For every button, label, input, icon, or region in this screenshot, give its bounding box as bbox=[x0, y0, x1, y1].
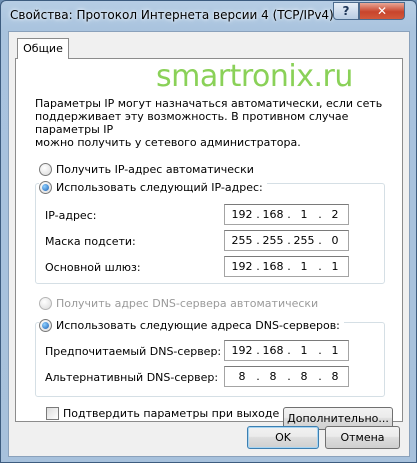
gateway-octet: 168 bbox=[262, 260, 284, 273]
ip-auto-label: Получить IP-адрес автоматически bbox=[56, 163, 254, 176]
dns-manual-option[interactable]: Использовать следующие адреса DNS-сервер… bbox=[39, 319, 344, 332]
intro-text: Параметры IP могут назначаться автоматич… bbox=[35, 97, 383, 149]
validate-settings-label: Подтвердить параметры при выходе bbox=[63, 407, 280, 420]
ip-address-octet: 192 bbox=[231, 208, 253, 221]
ip-manual-radio[interactable] bbox=[39, 181, 52, 194]
preferred-dns-octet: 168 bbox=[262, 344, 284, 357]
help-button[interactable]: ? bbox=[333, 2, 359, 20]
validate-settings-checkbox[interactable] bbox=[46, 407, 59, 420]
ok-button[interactable]: OK bbox=[247, 426, 319, 449]
ip-manual-label: Использовать следующий IP-адрес: bbox=[56, 181, 263, 194]
preferred-dns-octet: 192 bbox=[231, 344, 253, 357]
ip-address-octet: 2 bbox=[331, 208, 339, 221]
gateway-octet: 192 bbox=[231, 260, 253, 273]
gateway-octet: 1 bbox=[300, 260, 308, 273]
dns-manual-label: Использовать следующие адреса DNS-сервер… bbox=[56, 319, 340, 332]
ip-address-label: IP-адрес: bbox=[45, 209, 97, 222]
alternate-dns-octet: 8 bbox=[269, 370, 277, 383]
dns-auto-label: Получить адрес DNS-сервера автоматически bbox=[56, 297, 319, 310]
preferred-dns-input[interactable]: 192. 168. 1. 1 bbox=[224, 340, 349, 361]
preferred-dns-label: Предпочитаемый DNS-сервер: bbox=[45, 345, 222, 358]
dns-manual-radio[interactable] bbox=[39, 319, 52, 332]
ip-address-input[interactable]: 192. 168. 1. 2 bbox=[224, 204, 349, 225]
alternate-dns-octet: 8 bbox=[331, 370, 339, 383]
dns-auto-option[interactable]: Получить адрес DNS-сервера автоматически bbox=[39, 297, 318, 310]
tab-general[interactable]: Общие bbox=[17, 38, 69, 59]
subnet-mask-octet: 255 bbox=[293, 234, 315, 247]
alternate-dns-octet: 8 bbox=[300, 370, 308, 383]
ip-manual-option[interactable]: Использовать следующий IP-адрес: bbox=[39, 181, 267, 194]
subnet-mask-input[interactable]: 255. 255. 255. 0 bbox=[224, 230, 349, 251]
gateway-label: Основной шлюз: bbox=[45, 261, 141, 274]
subnet-mask-octet: 255 bbox=[262, 234, 284, 247]
cancel-button[interactable]: Отмена bbox=[325, 426, 400, 449]
validate-settings-option[interactable]: Подтвердить параметры при выходе bbox=[46, 407, 279, 420]
ip-address-octet: 1 bbox=[300, 208, 308, 221]
ip-address-octet: 168 bbox=[262, 208, 284, 221]
general-tab-panel: smartronix.ru Параметры IP могут назнача… bbox=[15, 58, 403, 430]
subnet-mask-octet: 255 bbox=[231, 234, 253, 247]
preferred-dns-octet: 1 bbox=[300, 344, 308, 357]
ip-auto-radio[interactable] bbox=[39, 163, 52, 176]
dialog-client-area: Общие smartronix.ru Параметры IP могут н… bbox=[8, 31, 410, 457]
subnet-mask-octet: 0 bbox=[331, 234, 339, 247]
close-button[interactable]: ✕ bbox=[359, 2, 405, 20]
window-title: Свойства: Протокол Интернета версии 4 (T… bbox=[10, 8, 334, 22]
alternate-dns-label: Альтернативный DNS-сервер: bbox=[45, 371, 219, 384]
dns-auto-radio[interactable] bbox=[39, 297, 52, 310]
gateway-input[interactable]: 192. 168. 1. 1 bbox=[224, 256, 349, 277]
preferred-dns-octet: 1 bbox=[331, 344, 339, 357]
dialog-window: Свойства: Протокол Интернета версии 4 (T… bbox=[0, 0, 417, 463]
alternate-dns-input[interactable]: 8. 8. 8. 8 bbox=[224, 366, 349, 387]
gateway-octet: 1 bbox=[331, 260, 339, 273]
alternate-dns-octet: 8 bbox=[238, 370, 246, 383]
ip-auto-option[interactable]: Получить IP-адрес автоматически bbox=[39, 163, 254, 176]
subnet-mask-label: Маска подсети: bbox=[45, 235, 136, 248]
title-bar[interactable]: Свойства: Протокол Интернета версии 4 (T… bbox=[1, 1, 416, 29]
watermark-text: smartronix.ru bbox=[156, 59, 353, 94]
